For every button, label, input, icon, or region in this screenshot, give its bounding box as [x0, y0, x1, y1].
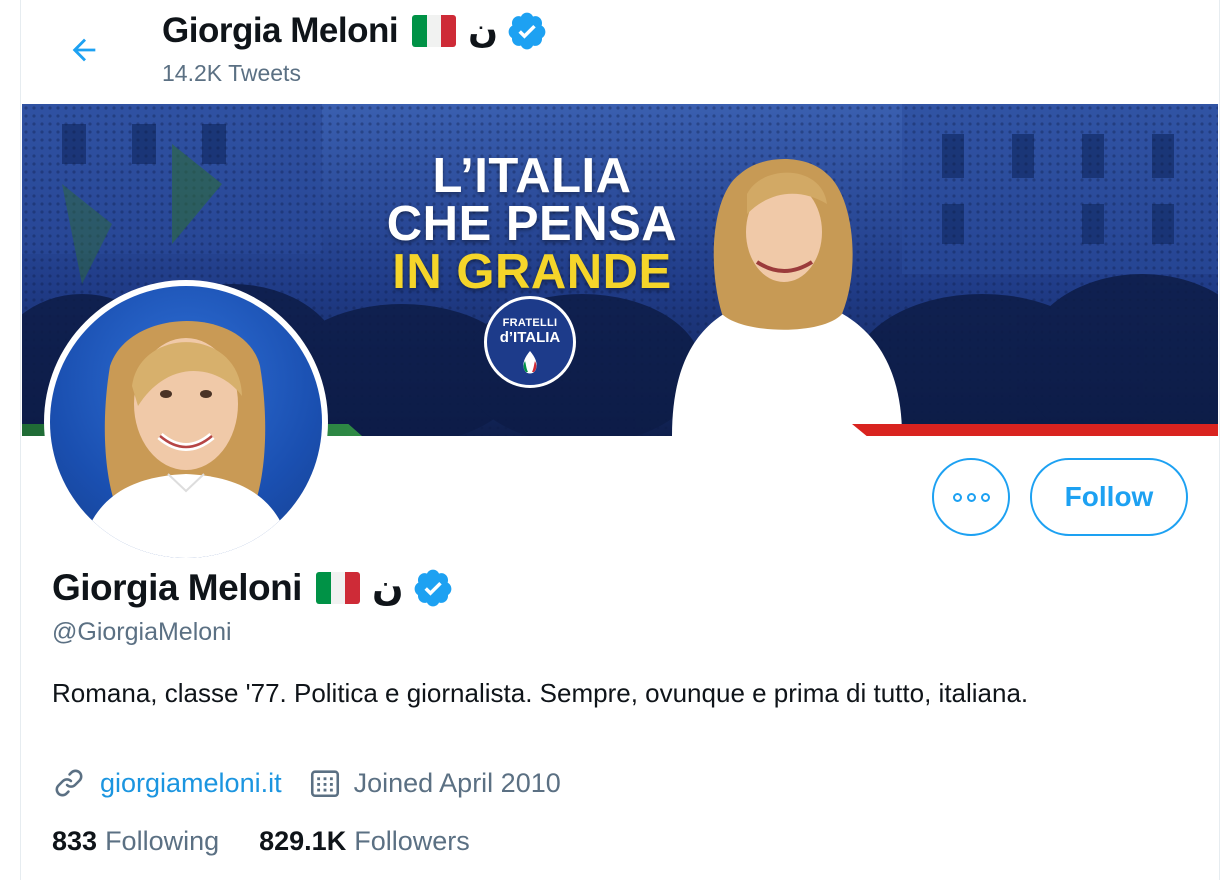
- profile-avatar[interactable]: [44, 280, 328, 564]
- header-title: Giorgia Meloni ن: [162, 10, 548, 52]
- verified-badge-icon: [414, 569, 451, 606]
- link-icon: [55, 769, 83, 797]
- banner-line-2: CHE PENSA: [386, 197, 678, 251]
- nun-character: ن: [371, 566, 404, 609]
- party-logo: FRATELLI d’ITALIA: [484, 296, 576, 388]
- back-arrow-icon: [72, 38, 96, 62]
- avatar-photo: [80, 321, 292, 558]
- website-link[interactable]: giorgiameloni.it: [100, 768, 282, 799]
- tweet-count: 14.2K Tweets: [162, 60, 301, 86]
- profile-meta: giorgiameloni.it Joined April 2010: [52, 766, 561, 800]
- more-options-button[interactable]: [932, 458, 1010, 536]
- profile-stats: 833 Following 829.1K Followers: [52, 826, 470, 857]
- party-logo-line-1: FRATELLI: [502, 317, 558, 329]
- italy-flag-icon: [412, 15, 457, 47]
- profile-handle: @GiorgiaMeloni: [52, 618, 232, 646]
- calendar-icon: [310, 770, 339, 798]
- joined-date: Joined April 2010: [353, 767, 561, 798]
- verified-badge-icon: [508, 12, 546, 50]
- follow-button[interactable]: Follow: [1030, 458, 1188, 536]
- profile-bio: Romana, classe '77. Politica e giornalis…: [52, 678, 1029, 708]
- banner-line-3: IN GRANDE: [392, 245, 672, 299]
- banner-slogan: L’ITALIA CHE PENSA IN GRANDE: [357, 149, 707, 299]
- following-count: 833: [52, 826, 98, 856]
- profile-name-row: Giorgia Meloni ن: [52, 566, 454, 609]
- banner-line-1: L’ITALIA: [432, 149, 632, 203]
- followers-link[interactable]: 829.1K Followers: [259, 826, 470, 857]
- tricolor-flame-icon: [523, 351, 537, 374]
- followers-label: Followers: [354, 826, 470, 856]
- profile-name: Giorgia Meloni: [52, 566, 302, 608]
- following-label: Following: [105, 826, 220, 856]
- followers-count: 829.1K: [259, 826, 347, 856]
- header-name: Giorgia Meloni: [162, 11, 399, 50]
- more-icon: [952, 492, 990, 502]
- nun-character: ن: [468, 11, 498, 51]
- party-logo-line-2: d’ITALIA: [499, 329, 561, 346]
- back-button[interactable]: [60, 26, 108, 74]
- banner-red-stripe: [852, 424, 1218, 436]
- italy-flag-icon: [315, 571, 360, 604]
- following-link[interactable]: 833 Following: [52, 826, 219, 857]
